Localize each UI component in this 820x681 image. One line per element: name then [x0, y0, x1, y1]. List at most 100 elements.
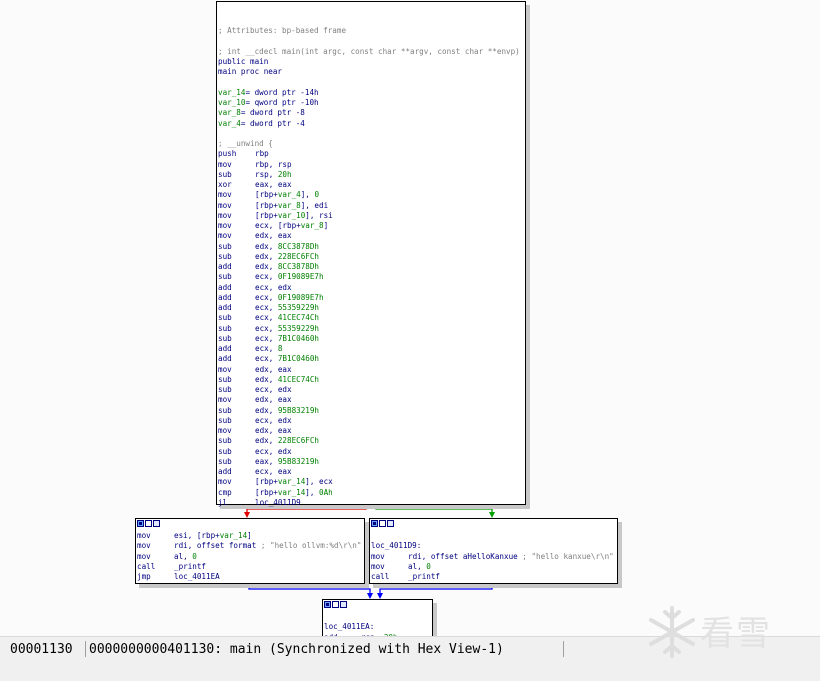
asm-operand: loc_4011D9	[255, 497, 301, 507]
right-block-code[interactable]: loc_4011D9: mov rdi, offset aHelloKanxue ;…	[370, 529, 617, 582]
asm-line[interactable]: sub edx, 95B83219h	[218, 406, 525, 416]
asm-line[interactable]: public main	[218, 57, 525, 67]
graph-color-icon[interactable]	[324, 601, 331, 608]
asm-line[interactable]: sub edx, 228EC6FCh	[218, 252, 525, 262]
asm-line[interactable]: sub rsp, 20h	[218, 170, 525, 180]
asm-operand: [rbp+	[255, 477, 278, 487]
asm-line[interactable]: ; int __cdecl main(int argc, const char …	[218, 47, 525, 57]
group-nodes-icon[interactable]	[145, 520, 152, 527]
asm-operand: [rbp+	[255, 190, 278, 200]
asm-mnemonic: add	[218, 467, 232, 476]
asm-line[interactable]: add ecx, edx	[218, 283, 525, 293]
asm-line[interactable]: push rbp	[218, 149, 525, 159]
asm-line[interactable]	[218, 78, 525, 88]
asm-line[interactable]: mov esi, [rbp+var_14]	[137, 531, 364, 541]
asm-line[interactable]: mov rdi, offset aHelloKanxue ; "hello kan…	[371, 552, 617, 562]
asm-line[interactable]: sub edx, 228EC6FCh	[218, 436, 525, 446]
asm-operand: edx, eax	[255, 395, 292, 405]
asm-mnemonic: push	[218, 149, 237, 159]
group-nodes-icon[interactable]	[332, 601, 339, 608]
asm-operand: [rbp+	[255, 487, 278, 497]
asm-line[interactable]: add ecx, eax	[218, 467, 525, 477]
asm-line[interactable]: sub ecx, 41CEC74Ch	[218, 313, 525, 323]
asm-line[interactable]: var_14= dword ptr -14h	[218, 88, 525, 98]
asm-line[interactable]: sub ecx, edx	[218, 385, 525, 395]
asm-line[interactable]: mov rdi, offset format ; "hello ollvm:%d\…	[137, 541, 364, 551]
asm-line[interactable]: call _printf	[137, 562, 364, 572]
asm-line[interactable]: mov [rbp+var_14], ecx	[218, 477, 525, 487]
asm-line[interactable]: mov [rbp+var_10], rsi	[218, 211, 525, 221]
asm-line[interactable]: mov al, 0	[371, 562, 617, 572]
printf-ollvm-block[interactable]: mov esi, [rbp+var_14] mov rdi, offset forma…	[135, 518, 365, 584]
asm-operand: ecx,	[255, 344, 278, 353]
asm-line[interactable]: call _printf	[371, 572, 617, 582]
asm-line[interactable]: var_4= dword ptr -4	[218, 119, 525, 129]
stack-var-type: = qword ptr -10h	[245, 98, 319, 107]
main-basic-block[interactable]: ; Attributes: bp-based frame ; int __cde…	[216, 1, 526, 508]
asm-line[interactable]: sub ecx, edx	[218, 447, 525, 457]
asm-line[interactable]: add edx, 8CC3878Dh	[218, 262, 525, 272]
asm-var-ref: var_14	[277, 477, 306, 487]
stack-var-type: = dword ptr -14h	[245, 87, 319, 97]
text-view-icon[interactable]	[387, 520, 394, 527]
asm-line[interactable]: xor eax, eax	[218, 180, 525, 190]
stack-var-type: = dword ptr -4	[240, 118, 305, 128]
asm-mnemonic: add	[218, 282, 232, 292]
asm-line[interactable]: main proc near	[218, 67, 525, 77]
left-block-code[interactable]: mov esi, [rbp+var_14] mov rdi, offset forma…	[136, 529, 364, 582]
asm-line[interactable]: jl loc_4011D9	[218, 498, 525, 508]
asm-line[interactable]: loc_4011D9:	[371, 541, 617, 551]
asm-string-comment: ; "hello kanxue\r\n"	[522, 551, 614, 561]
asm-line[interactable]: var_8= dword ptr -8	[218, 108, 525, 118]
asm-line[interactable]	[218, 129, 525, 139]
asm-mnemonic: sub	[218, 323, 232, 333]
asm-line[interactable]: ; __unwind {	[218, 139, 525, 149]
text-view-icon[interactable]	[153, 520, 160, 527]
asm-line[interactable]: mov edx, eax	[218, 426, 525, 436]
asm-mnemonic: sub	[218, 169, 232, 179]
asm-line[interactable]: add ecx, 55359229h	[218, 303, 525, 313]
hello-kanxue-block[interactable]: loc_4011D9: mov rdi, offset aHelloKanxue ;…	[369, 518, 618, 584]
graph-view[interactable]: ; Attributes: bp-based frame ; int __cde…	[0, 0, 820, 636]
asm-line[interactable]: mov [rbp+var_4], 0	[218, 190, 525, 200]
loc-4011ea-block[interactable]: loc_4011EA:addrsp, 20h	[322, 599, 433, 636]
asm-line[interactable]: mov edx, eax	[218, 395, 525, 405]
asm-mnemonic: mov	[218, 190, 232, 200]
asm-line[interactable]	[371, 531, 617, 541]
asm-line[interactable]: sub ecx, 0F19089E7h	[218, 272, 525, 282]
asm-operand: edx, eax	[255, 231, 292, 241]
asm-line[interactable]: ; Attributes: bp-based frame	[218, 26, 525, 36]
asm-mnemonic: sub	[218, 446, 232, 456]
asm-line[interactable]: sub ecx, 7B1C0460h	[218, 334, 525, 344]
asm-line[interactable]: add ecx, 8	[218, 344, 525, 354]
asm-line[interactable]: sub ecx, edx	[218, 416, 525, 426]
asm-line[interactable]: mov edx, eax	[218, 365, 525, 375]
asm-line[interactable]: mov ecx, [rbp+var_8]	[218, 221, 525, 231]
asm-line[interactable]: sub edx, 41CEC74Ch	[218, 375, 525, 385]
asm-line[interactable]	[218, 16, 525, 26]
asm-line[interactable]: add ecx, 7B1C0460h	[218, 354, 525, 364]
asm-line[interactable]	[324, 612, 432, 622]
asm-line[interactable]: sub ecx, 55359229h	[218, 324, 525, 334]
bottom-block-code[interactable]: loc_4011EA:addrsp, 20h	[323, 610, 432, 636]
asm-line[interactable]: mov edx, eax	[218, 231, 525, 241]
asm-line[interactable]: add ecx, 0F19089E7h	[218, 293, 525, 303]
asm-line[interactable]: sub edx, 8CC3878Dh	[218, 242, 525, 252]
asm-line[interactable]	[218, 37, 525, 47]
graph-color-icon[interactable]	[137, 520, 144, 527]
graph-color-icon[interactable]	[371, 520, 378, 527]
stack-var-name: var_10	[218, 98, 246, 107]
asm-line[interactable]: loc_4011EA:	[324, 622, 432, 632]
asm-line[interactable]: mov al, 0	[137, 552, 364, 562]
main-block-code[interactable]: ; Attributes: bp-based frame ; int __cde…	[217, 2, 525, 508]
asm-line[interactable]: var_10= qword ptr -10h	[218, 98, 525, 108]
asm-mnemonic: add	[218, 262, 232, 271]
text-view-icon[interactable]	[340, 601, 347, 608]
asm-line[interactable]: jmp loc_4011EA	[137, 572, 364, 582]
asm-mnemonic: sub	[218, 385, 232, 394]
asm-line[interactable]: mov [rbp+var_8], edi	[218, 201, 525, 211]
asm-line[interactable]: mov rbp, rsp	[218, 160, 525, 170]
asm-line[interactable]: sub eax, 95B83219h	[218, 457, 525, 467]
group-nodes-icon[interactable]	[379, 520, 386, 527]
asm-line[interactable]: cmp [rbp+var_14], 0Ah	[218, 488, 525, 498]
